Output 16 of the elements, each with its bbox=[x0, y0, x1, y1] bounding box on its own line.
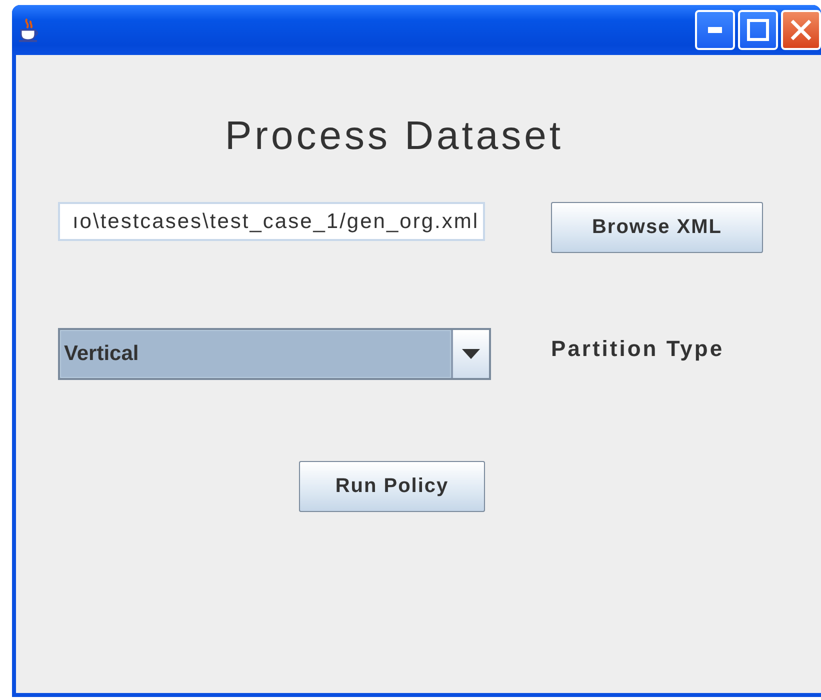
close-button[interactable] bbox=[781, 10, 821, 50]
minimize-button[interactable] bbox=[695, 10, 735, 50]
maximize-icon bbox=[747, 19, 769, 41]
run-policy-button[interactable]: Run Policy bbox=[299, 461, 485, 512]
minimize-icon bbox=[708, 27, 722, 33]
heading: Process Dataset bbox=[225, 113, 564, 159]
browse-xml-button[interactable]: Browse XML bbox=[551, 202, 763, 253]
dropdown-arrow-button[interactable] bbox=[451, 330, 489, 378]
maximize-button[interactable] bbox=[738, 10, 778, 50]
partition-type-label: Partition Type bbox=[551, 336, 724, 362]
close-icon bbox=[790, 19, 812, 41]
coffee-cup-icon bbox=[18, 17, 40, 43]
caret-icon bbox=[462, 349, 480, 359]
dropdown-value: Vertical bbox=[60, 330, 451, 378]
partition-type-dropdown[interactable]: Vertical bbox=[58, 328, 491, 380]
file-path-field[interactable]: ıo\testcases\test_case_1/gen_org.xml bbox=[58, 202, 485, 241]
